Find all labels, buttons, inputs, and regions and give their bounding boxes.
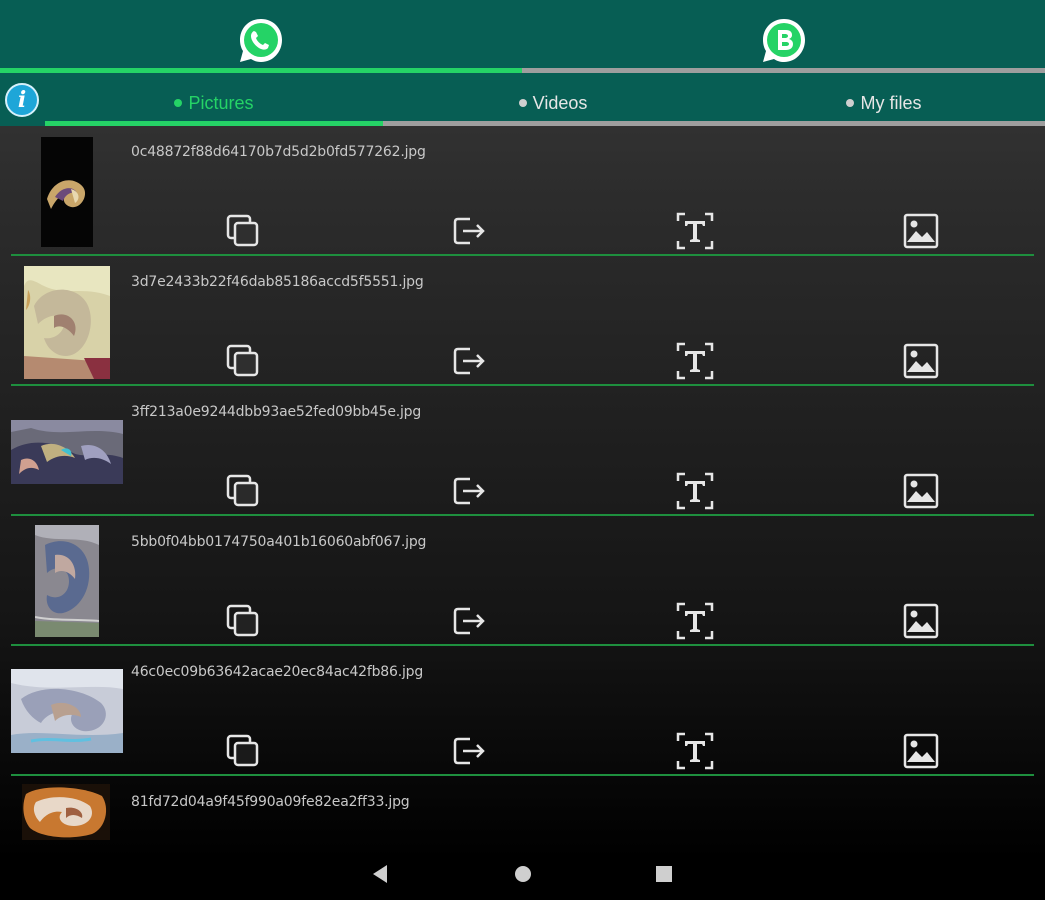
info-button[interactable]: i bbox=[5, 83, 39, 117]
thumbnail-image[interactable] bbox=[24, 266, 110, 379]
share-button[interactable] bbox=[450, 602, 488, 640]
tab-videos[interactable]: Videos bbox=[383, 84, 723, 122]
thumbnail-image[interactable] bbox=[11, 420, 123, 484]
text-format-icon bbox=[676, 342, 714, 380]
tab-my-files-label: My files bbox=[860, 92, 922, 113]
thumbnail-image[interactable] bbox=[41, 137, 93, 247]
text-format-icon bbox=[676, 732, 714, 770]
file-name: 81fd72d04a9f45f990a09fe82ea2ff33.jpg bbox=[131, 794, 410, 810]
text-format-icon bbox=[676, 472, 714, 510]
image-icon bbox=[903, 213, 939, 249]
thumbnail-image[interactable] bbox=[11, 669, 123, 753]
tab-videos-label: Videos bbox=[532, 92, 588, 113]
file-list[interactable]: 0c48872f88d64170b7d5d2b0fd577262.jpg 3d7… bbox=[0, 126, 1045, 840]
text-format-icon bbox=[676, 212, 714, 250]
dot-icon bbox=[846, 99, 855, 107]
list-item[interactable]: 46c0ec09b63642acae20ec84ac42fb86.jpg bbox=[0, 646, 1045, 776]
thumbnail-image[interactable] bbox=[22, 784, 110, 840]
copy-icon bbox=[226, 604, 259, 637]
back-triangle-icon[interactable] bbox=[369, 862, 393, 886]
text-format-icon bbox=[676, 602, 714, 640]
recents-square-icon[interactable] bbox=[652, 862, 676, 886]
thumbnail-image[interactable] bbox=[35, 525, 99, 637]
file-name: 46c0ec09b63642acae20ec84ac42fb86.jpg bbox=[131, 664, 424, 680]
file-name: 0c48872f88d64170b7d5d2b0fd577262.jpg bbox=[131, 144, 426, 160]
text-button[interactable] bbox=[676, 732, 714, 770]
share-button[interactable] bbox=[450, 212, 488, 250]
share-button[interactable] bbox=[450, 342, 488, 380]
image-icon bbox=[903, 343, 939, 379]
image-icon bbox=[903, 733, 939, 769]
copy-button[interactable] bbox=[224, 212, 262, 250]
share-exit-icon bbox=[453, 217, 485, 245]
copy-icon bbox=[226, 344, 259, 377]
list-item[interactable]: 3ff213a0e9244dbb93ae52fed09bb45e.jpg bbox=[0, 386, 1045, 516]
tab-whatsapp[interactable] bbox=[0, 0, 522, 73]
image-button[interactable] bbox=[902, 212, 940, 250]
share-exit-icon bbox=[453, 477, 485, 505]
image-icon bbox=[903, 603, 939, 639]
copy-button[interactable] bbox=[224, 342, 262, 380]
copy-button[interactable] bbox=[224, 732, 262, 770]
image-button[interactable] bbox=[902, 342, 940, 380]
home-circle-icon[interactable] bbox=[511, 862, 535, 886]
image-icon bbox=[903, 473, 939, 509]
file-name: 5bb0f04bb0174750a401b16060abf067.jpg bbox=[131, 534, 427, 550]
share-button[interactable] bbox=[450, 732, 488, 770]
list-item[interactable]: 0c48872f88d64170b7d5d2b0fd577262.jpg bbox=[0, 126, 1045, 256]
file-name: 3d7e2433b22f46dab85186accd5f5551.jpg bbox=[131, 274, 424, 290]
copy-button[interactable] bbox=[224, 602, 262, 640]
copy-icon bbox=[226, 214, 259, 247]
list-item[interactable]: 81fd72d04a9f45f990a09fe82ea2ff33.jpg bbox=[0, 776, 1045, 840]
tab-my-files[interactable]: My files bbox=[723, 84, 1045, 122]
list-item[interactable]: 3d7e2433b22f46dab85186accd5f5551.jpg bbox=[0, 256, 1045, 386]
text-button[interactable] bbox=[676, 342, 714, 380]
system-nav-bar bbox=[0, 840, 1045, 900]
image-button[interactable] bbox=[902, 732, 940, 770]
text-button[interactable] bbox=[676, 212, 714, 250]
tab-pictures-label: Pictures bbox=[188, 92, 254, 113]
share-exit-icon bbox=[453, 737, 485, 765]
dot-icon bbox=[174, 99, 183, 107]
copy-button[interactable] bbox=[224, 472, 262, 510]
share-exit-icon bbox=[453, 607, 485, 635]
app-tab-indicator-inactive bbox=[522, 68, 1045, 73]
share-exit-icon bbox=[453, 347, 485, 375]
text-button[interactable] bbox=[676, 602, 714, 640]
copy-icon bbox=[226, 734, 259, 767]
file-name: 3ff213a0e9244dbb93ae52fed09bb45e.jpg bbox=[131, 404, 422, 420]
list-item[interactable]: 5bb0f04bb0174750a401b16060abf067.jpg bbox=[0, 516, 1045, 646]
app-tab-indicator-active bbox=[0, 68, 522, 73]
share-button[interactable] bbox=[450, 472, 488, 510]
whatsapp-icon bbox=[240, 19, 282, 62]
copy-icon bbox=[226, 474, 259, 507]
dot-icon bbox=[518, 99, 527, 107]
text-button[interactable] bbox=[676, 472, 714, 510]
image-button[interactable] bbox=[902, 472, 940, 510]
whatsapp-business-icon bbox=[763, 19, 805, 62]
tab-whatsapp-business[interactable] bbox=[523, 0, 1045, 73]
info-icon: i bbox=[17, 87, 27, 113]
tab-pictures[interactable]: Pictures bbox=[45, 84, 383, 122]
app-bar: i Pictures Videos My files bbox=[0, 0, 1045, 126]
image-button[interactable] bbox=[902, 602, 940, 640]
